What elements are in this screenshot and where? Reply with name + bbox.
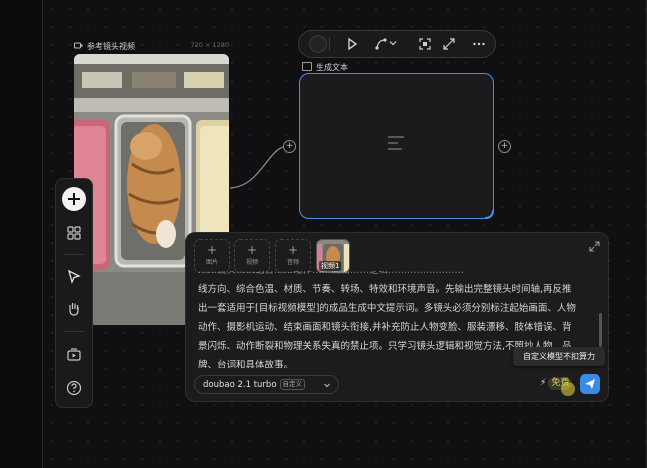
plus-icon: +: [206, 243, 218, 257]
video-camera-icon: [74, 42, 83, 49]
hand-tool-button[interactable]: [62, 297, 86, 321]
attach-video-label: 视频: [245, 259, 258, 266]
generate-text-node[interactable]: [299, 73, 494, 219]
attach-video-button[interactable]: + 视频: [234, 239, 270, 273]
custom-model-badge: 自定义: [279, 379, 306, 390]
color-swatch-button[interactable]: [309, 35, 327, 53]
model-selector[interactable]: doubao 2.1 turbo 自定义: [194, 375, 339, 394]
reference-video-title: 参考镜头视频: [87, 42, 135, 51]
paper-plane-icon: [585, 379, 595, 389]
prompt-line: 出一套适用于[目标视频模型]的成品生成中文提示词。多镜头必须分别标注起始画面、人…: [198, 303, 576, 314]
text-lines-icon: [388, 136, 404, 150]
custom-model-tooltip: 自定义模型不扣算力: [513, 347, 605, 366]
attach-audio-button[interactable]: + 音频: [275, 239, 311, 273]
attached-clip-label: 视频1: [319, 261, 342, 271]
focus-icon[interactable]: [417, 36, 433, 52]
model-name: doubao 2.1 turbo: [203, 380, 277, 390]
media-library-button[interactable]: [62, 343, 86, 367]
expand-corner-icon[interactable]: [589, 241, 600, 252]
prompt-line: 动作、摄影机运动、结束画面和镜头衔接,并补充防止人物变脸、服装漂移、肢体错误、背: [198, 322, 572, 333]
prompt-line: ……镜头……结合……动作……画面……逻辑……………………: [198, 271, 596, 280]
plus-icon: +: [246, 243, 258, 257]
reference-video-resolution: 720 × 1280: [190, 41, 229, 49]
plus-icon: [68, 193, 80, 205]
help-icon: [66, 380, 82, 396]
media-icon: [67, 348, 81, 361]
grid-button[interactable]: [62, 221, 86, 245]
attached-video-thumbnail[interactable]: 视频1: [316, 239, 350, 273]
text-node-icon: [302, 62, 312, 71]
mouse-cursor-highlight: [561, 382, 575, 396]
send-button[interactable]: [580, 374, 600, 394]
plus-icon: +: [287, 243, 299, 257]
play-icon[interactable]: [344, 36, 360, 52]
help-button[interactable]: [62, 376, 86, 400]
attach-image-label: 图片: [205, 259, 218, 266]
more-icon[interactable]: [471, 36, 487, 52]
chevron-down-icon: [324, 383, 330, 388]
generate-node-label: 生成文本: [302, 62, 348, 73]
add-node-button[interactable]: [62, 187, 86, 211]
reference-video-header: 参考镜头视频 720 × 1280: [74, 40, 229, 54]
grid-icon: [67, 226, 81, 240]
cursor-icon: [67, 269, 81, 284]
expand-icon[interactable]: [441, 36, 457, 52]
select-tool-button[interactable]: [62, 265, 86, 289]
chevron-down-icon[interactable]: [387, 37, 399, 49]
input-port-plus[interactable]: +: [283, 140, 296, 153]
node-toolbar: [298, 30, 496, 58]
attach-audio-label: 音频: [286, 259, 299, 266]
resize-handle[interactable]: [483, 208, 495, 220]
lightning-icon: ⚡: [540, 378, 547, 388]
toolbar-divider: [329, 37, 330, 51]
toolbar-divider: [64, 331, 84, 332]
hand-icon: [69, 303, 79, 316]
output-port-plus[interactable]: +: [498, 140, 511, 153]
toolbar-divider: [64, 254, 84, 255]
left-toolbar: [55, 178, 93, 408]
attach-image-button[interactable]: + 图片: [194, 239, 230, 273]
generate-node-title: 生成文本: [316, 63, 348, 72]
prompt-line: 线方向、综合色温、材质、节奏、转场、特效和环境声音。先输出完整镜头时间轴,再反推: [198, 284, 572, 295]
